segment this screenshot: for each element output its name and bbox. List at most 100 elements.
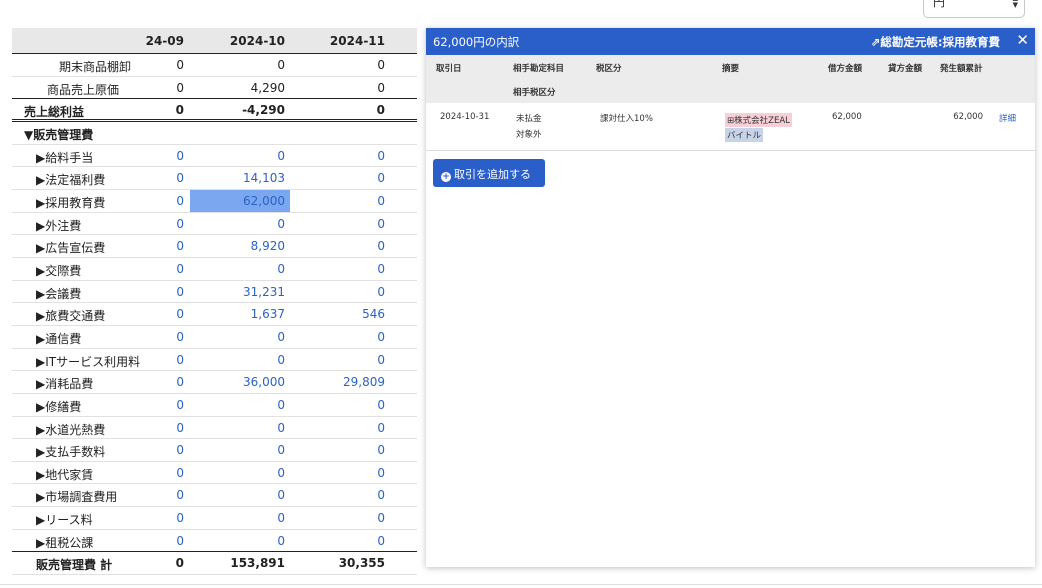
table-row[interactable]: ▶水道光熱費 0 0 0 [12,417,417,440]
cell-link[interactable]: 0 [277,262,285,276]
cell-link[interactable]: 0 [176,488,184,502]
add-transaction-label[interactable]: 取引を追加する [454,168,531,181]
table-row[interactable]: ▶地代家賃 0 0 0 [12,462,417,485]
row-label[interactable]: ▶会議費 [36,285,81,302]
cell-link[interactable]: 0 [277,511,285,525]
cell-link[interactable]: 1,637 [251,307,285,321]
cell-link[interactable]: 0 [176,262,184,276]
row-label[interactable]: ▶通信費 [36,330,81,347]
cell-link[interactable]: 36,000 [243,375,285,389]
cell-link[interactable]: 0 [176,534,184,548]
row-label[interactable]: ▶旅費交通費 [36,307,105,324]
table-row[interactable]: ▶通信費 0 0 0 [12,326,417,349]
cell-link[interactable]: 29,809 [343,375,385,389]
cell-link[interactable]: 0 [377,488,385,502]
row-label[interactable]: ▶広告宣伝費 [36,239,105,256]
cell-link[interactable]: 0 [176,217,184,231]
cell-link[interactable]: 0 [277,149,285,163]
table-row[interactable]: ▶旅費交通費 0 1,637 546 [12,303,417,326]
cell-link[interactable]: 0 [377,330,385,344]
cell-link[interactable]: 0 [377,217,385,231]
cell-link[interactable]: 0 [176,149,184,163]
cell-link[interactable]: 0 [277,443,285,457]
row-label[interactable]: ▶地代家賃 [36,466,93,483]
row-label[interactable]: ▶採用教育費 [36,194,105,211]
cell-link[interactable]: 0 [377,285,385,299]
currency-select[interactable]: 円 ▲▼ [923,0,1025,18]
cell-link[interactable]: 0 [176,285,184,299]
table-row[interactable]: ▶交際費 0 0 0 [12,258,417,281]
cell-link[interactable]: 0 [377,262,385,276]
cell-link[interactable]: 0 [277,398,285,412]
header-description: 摘要 [722,64,740,74]
table-row[interactable]: ▶リース料 0 0 0 [12,507,417,530]
row-label[interactable]: ▼販売管理費 [24,126,93,143]
cell-link[interactable]: 0 [277,421,285,435]
cell-link[interactable]: 0 [377,534,385,548]
close-icon[interactable]: ✕ [1016,32,1029,48]
table-row[interactable]: ▶広告宣伝費 0 8,920 0 [12,235,417,258]
cell-link[interactable]: 0 [176,171,184,185]
cell-link[interactable]: 0 [176,375,184,389]
row-label[interactable]: ▶給料手当 [36,149,93,166]
table-row[interactable]: ▶ITサービス利用料 0 0 0 [12,349,417,372]
detail-link[interactable]: 詳細 [999,112,1016,124]
row-label[interactable]: ▶交際費 [36,262,81,279]
row-label[interactable]: ▶支払手数料 [36,443,105,460]
table-row-sga-toggle[interactable]: ▼販売管理費 [12,122,417,145]
cell-link[interactable]: 0 [377,194,385,208]
table-row[interactable]: ▶会議費 0 31,231 0 [12,281,417,304]
cell-link[interactable]: 0 [176,353,184,367]
row-label[interactable]: ▶外注費 [36,217,81,234]
row-label[interactable]: ▶リース料 [36,511,93,528]
cell-link-selected[interactable]: 62,000 [243,194,285,208]
cell-link[interactable]: 0 [277,353,285,367]
cell-link[interactable]: 8,920 [251,239,285,253]
cell-link[interactable]: 0 [377,466,385,480]
cell-link[interactable]: 0 [277,217,285,231]
cell-link[interactable]: 0 [176,307,184,321]
row-label[interactable]: ▶ITサービス利用料 [36,353,140,370]
cell-link[interactable]: 31,231 [243,285,285,299]
table-row[interactable]: ▶修繕費 0 0 0 [12,394,417,417]
row-label[interactable]: ▶消耗品費 [36,375,93,392]
table-row-selected[interactable]: ▶採用教育費 0 62,000 0 [12,189,417,213]
table-row[interactable]: ▶法定福利費 0 14,103 0 [12,167,417,190]
table-row[interactable]: ▶租税公課 0 0 0 [12,530,417,553]
cell-link[interactable]: 0 [176,443,184,457]
row-label[interactable]: ▶法定福利費 [36,171,105,188]
add-transaction-button[interactable]: + 取引を追加する [433,159,545,187]
table-row[interactable]: ▶消耗品費 0 36,000 29,809 [12,371,417,394]
cell-link[interactable]: 0 [176,398,184,412]
table-row[interactable]: ▶支払手数料 0 0 0 [12,439,417,462]
row-label[interactable]: ▶租税公課 [36,534,93,551]
cell-link[interactable]: 546 [362,307,385,321]
cell-link[interactable]: 0 [377,421,385,435]
cell-link[interactable]: 0 [277,488,285,502]
table-row[interactable]: ▶給料手当 0 0 0 [12,145,417,168]
cell-link[interactable]: 0 [377,239,385,253]
cell-link[interactable]: 0 [377,171,385,185]
cell-link[interactable]: 0 [277,466,285,480]
general-ledger-link[interactable]: ⇗総勘定元帳:採用教育費 [871,34,1000,50]
row-label[interactable]: ▶修繕費 [36,398,81,415]
cell-link[interactable]: 0 [277,330,285,344]
table-row[interactable]: ▶外注費 0 0 0 [12,213,417,236]
cell-link[interactable]: 0 [377,398,385,412]
cell-link[interactable]: 0 [176,330,184,344]
cell-link[interactable]: 0 [176,466,184,480]
cell-link[interactable]: 0 [176,511,184,525]
table-row[interactable]: ▶市場調査費用 0 0 0 [12,484,417,508]
ledger-link-label[interactable]: 総勘定元帳:採用教育費 [880,35,1000,49]
row-label[interactable]: ▶水道光熱費 [36,421,105,438]
cell-link[interactable]: 0 [377,443,385,457]
cell-link[interactable]: 0 [176,239,184,253]
cell-link[interactable]: 0 [377,353,385,367]
cell-link[interactable]: 0 [277,534,285,548]
cell-link[interactable]: 14,103 [243,171,285,185]
cell-link[interactable]: 0 [377,149,385,163]
cell-link[interactable]: 0 [377,511,385,525]
cell-link[interactable]: 0 [176,194,184,208]
cell-link[interactable]: 0 [176,421,184,435]
row-label[interactable]: ▶市場調査費用 [36,488,117,505]
